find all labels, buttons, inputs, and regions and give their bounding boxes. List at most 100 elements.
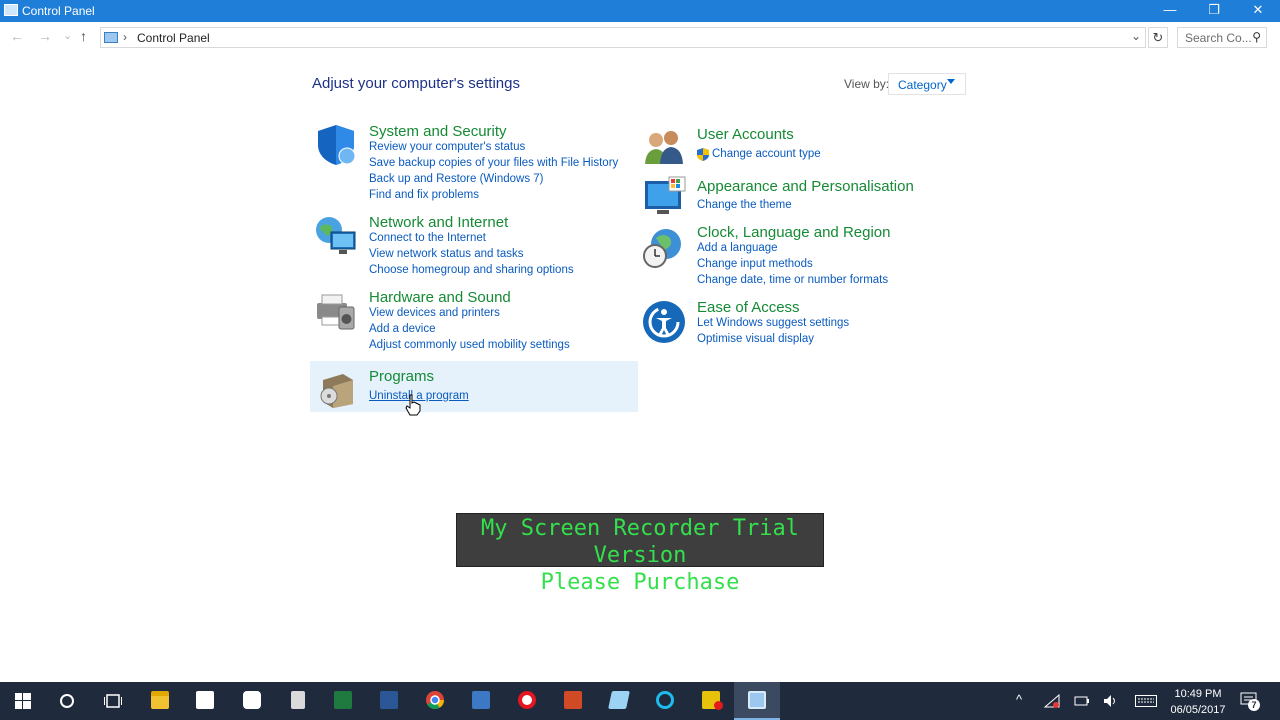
battery-icon[interactable] [1074,695,1090,707]
category-appearance[interactable]: Appearance and Personalisation [697,178,914,195]
forward-button[interactable]: → [38,28,52,44]
link-date-time-formats[interactable]: Change date, time or number formats [697,274,888,286]
watermark-line1: My Screen Recorder Trial Version [481,516,799,568]
notification-count-badge: 7 [1248,699,1260,711]
windows-logo-icon [15,693,31,709]
taskbar-word[interactable] [366,682,412,720]
control-panel-icon [104,32,118,43]
category-network-internet[interactable]: Network and Internet [369,214,508,231]
title-bar: Control Panel — ❐ ✕ [0,0,1280,22]
taskbar-chrome[interactable] [412,682,458,720]
caret-down-icon [947,79,955,84]
breadcrumb-separator[interactable]: › [123,30,127,44]
link-devices-printers[interactable]: View devices and printers [369,307,500,319]
outlook-icon [472,691,490,709]
link-suggest-settings[interactable]: Let Windows suggest settings [697,317,849,329]
link-review-status[interactable]: Review your computer's status [369,141,525,153]
link-find-fix-problems[interactable]: Find and fix problems [369,189,479,201]
category-ease-of-access[interactable]: Ease of Access [697,299,800,316]
uac-shield-icon [697,148,709,161]
camera-icon [243,691,261,709]
action-center-button[interactable]: 7 [1240,692,1260,711]
cortana-button[interactable] [44,682,90,720]
link-input-methods[interactable]: Change input methods [697,258,813,270]
recorder-watermark: My Screen Recorder Trial Version Please … [456,513,824,595]
opera-icon [518,691,536,709]
taskbar-powerpoint[interactable] [550,682,596,720]
network-icon[interactable] [1044,694,1060,708]
link-mobility-settings[interactable]: Adjust commonly used mobility settings [369,339,570,351]
hand-cursor-icon [405,394,421,416]
clock-globe-icon [643,229,681,268]
taskbar-control-panel[interactable] [734,682,780,720]
category-hardware-sound[interactable]: Hardware and Sound [369,289,511,306]
store-bag-icon [196,691,214,709]
view-by-dropdown[interactable]: Category [888,73,966,95]
minimize-button[interactable]: — [1148,0,1192,22]
link-backup-restore[interactable]: Back up and Restore (Windows 7) [369,173,544,185]
taskbar-notepad[interactable] [596,682,642,720]
link-change-theme[interactable]: Change the theme [697,199,792,211]
address-bar-row: ← → ⌄ ↑ › Control Panel ⌄ ↻ Search Co...… [0,22,1280,52]
link-file-history[interactable]: Save backup copies of your files with Fi… [369,157,618,169]
category-clock-language-region[interactable]: Clock, Language and Region [697,224,890,241]
taskbar-recorder[interactable] [688,682,734,720]
chevron-down-icon[interactable]: ⌄ [1131,29,1141,43]
chevron-up-icon[interactable]: ^ [1016,692,1022,707]
taskbar-opera[interactable] [504,682,550,720]
link-add-device[interactable]: Add a device [369,323,436,335]
control-panel-icon [748,691,766,709]
link-connect-internet[interactable]: Connect to the Internet [369,232,486,244]
address-field[interactable]: › Control Panel ⌄ [100,27,1146,48]
watermark-line2: Please Purchase [540,570,740,595]
category-user-accounts[interactable]: User Accounts [697,126,794,143]
clock-date: 06/05/2017 [1170,704,1226,716]
programs-hover-highlight [310,361,638,412]
task-view-icon [104,694,122,708]
cortana-circle-icon [60,694,74,708]
search-placeholder: Search Co... [1185,31,1252,45]
link-add-language[interactable]: Add a language [697,242,778,254]
taskbar-excel[interactable] [320,682,366,720]
taskbar-file-explorer[interactable] [137,682,183,720]
taskbar-clock[interactable]: 10:49 PM 06/05/2017 [1165,686,1231,718]
taskbar-camera[interactable] [229,682,275,720]
category-programs[interactable]: Programs [369,368,434,385]
taskbar: ^ 7 [0,682,1280,720]
restore-button[interactable]: ❐ [1192,0,1236,22]
page-title: Adjust your computer's settings [312,75,520,92]
keyboard-icon[interactable] [1135,695,1157,707]
volume-icon[interactable] [1103,694,1119,708]
link-network-status[interactable]: View network status and tasks [369,248,523,260]
calculator-icon [291,691,305,709]
programs-box-icon [320,374,353,408]
appearance-monitor-icon [645,176,686,214]
link-homegroup[interactable]: Choose homegroup and sharing options [369,264,574,276]
control-panel-icon [4,4,18,16]
back-button[interactable]: ← [10,28,24,44]
search-input[interactable]: Search Co... ⚲ [1177,27,1267,48]
recent-locations-button[interactable]: ⌄ [63,29,72,42]
taskbar-internet-explorer[interactable] [642,682,688,720]
internet-explorer-icon [656,691,674,709]
close-button[interactable]: ✕ [1236,0,1280,22]
record-dot-icon [714,701,723,710]
start-button[interactable] [0,682,46,720]
refresh-button[interactable]: ↻ [1148,27,1168,48]
powerpoint-icon [564,691,582,709]
view-by-label: View by: [844,77,890,91]
link-change-account-type[interactable]: Change account type [712,148,821,160]
breadcrumb-control-panel[interactable]: Control Panel [137,31,210,45]
up-button[interactable]: ↑ [80,28,87,44]
ease-of-access-icon [643,301,685,343]
word-icon [380,691,398,709]
task-view-button[interactable] [90,682,136,720]
taskbar-store[interactable] [182,682,228,720]
search-icon[interactable]: ⚲ [1252,30,1261,44]
network-globe-icon [316,217,356,254]
link-optimise-display[interactable]: Optimise visual display [697,333,814,345]
category-system-security[interactable]: System and Security [369,123,507,140]
taskbar-outlook[interactable] [458,682,504,720]
taskbar-calculator[interactable] [275,682,321,720]
notepad-icon [608,691,630,709]
